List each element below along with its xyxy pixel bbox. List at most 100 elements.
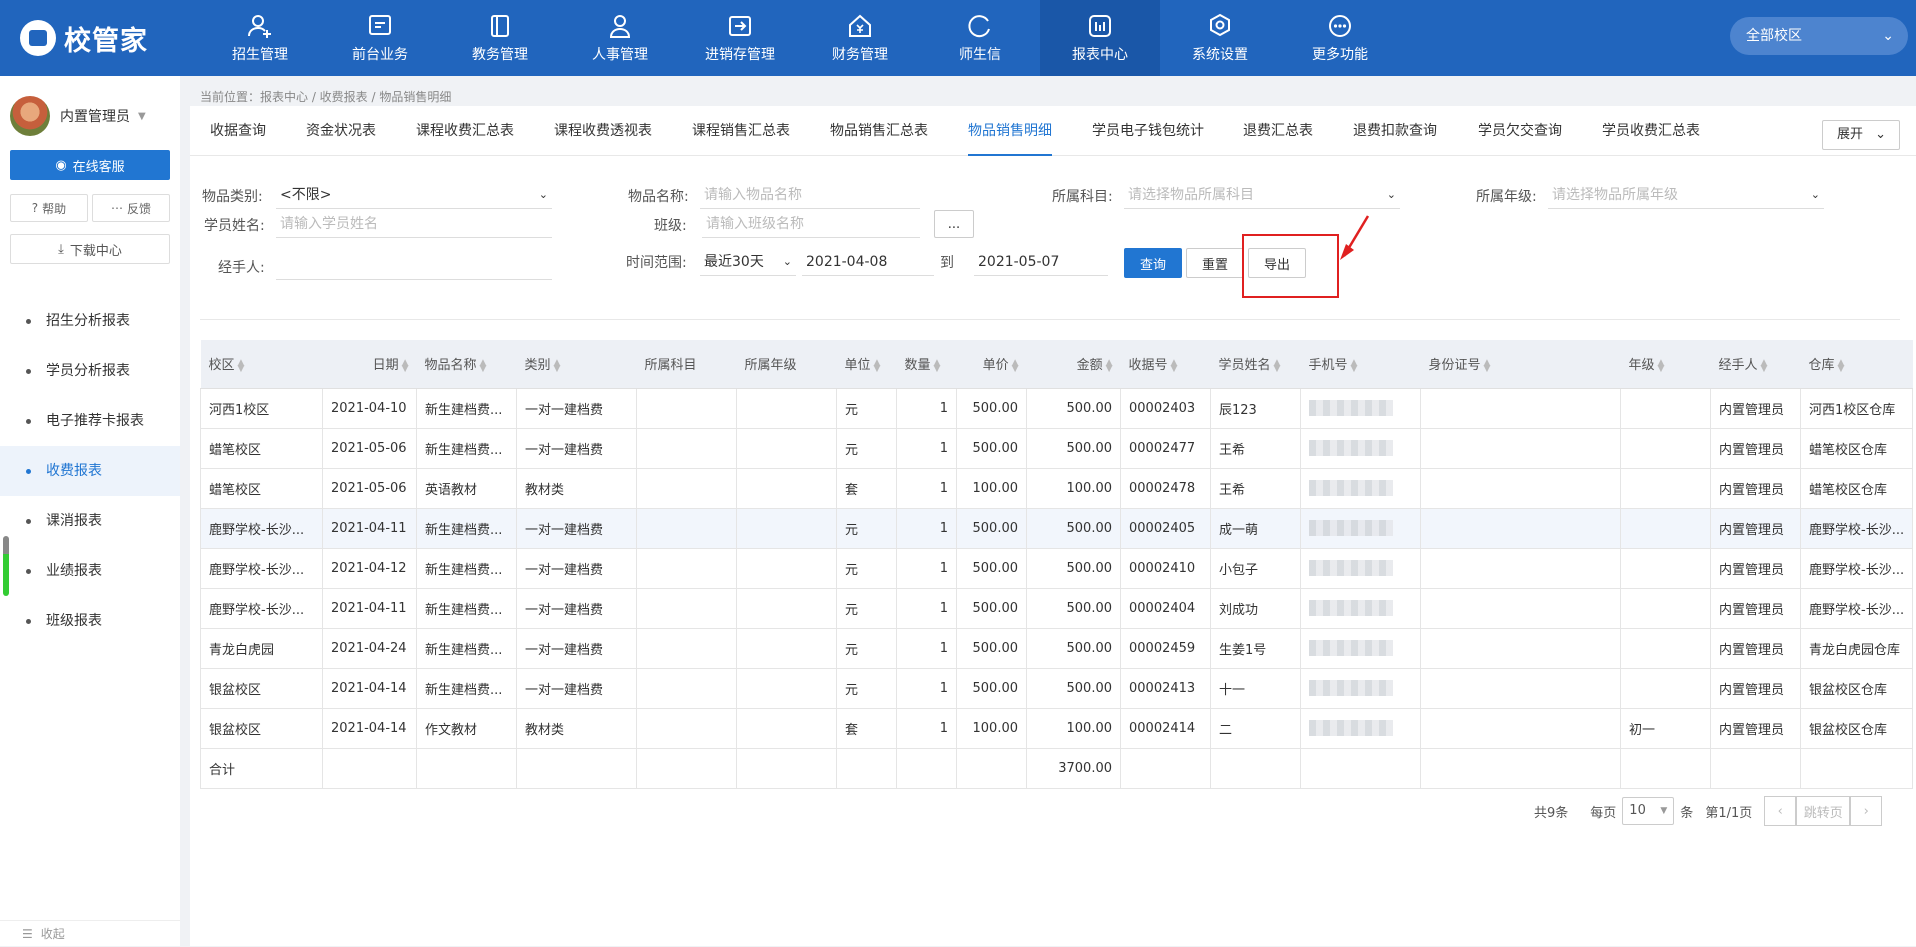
table-cell: 新生建档费... (416, 627, 517, 669)
menu-consumption-report[interactable]: 课消报表 (0, 496, 180, 546)
table-cell: 100.00 (956, 467, 1027, 509)
date-to-input[interactable]: 2021-05-07 (974, 248, 1108, 276)
tab-course-sales-summary[interactable]: 课程销售汇总表 (692, 106, 790, 156)
col-header-student-name[interactable]: 学员姓名 ▲ ▼ (1210, 340, 1301, 389)
table-cell: 刘成功 (1210, 587, 1301, 629)
download-center-button[interactable]: ⤓ 下载中心 (10, 234, 170, 264)
table-cell: 1 (896, 707, 957, 749)
next-page-button[interactable]: › (1850, 796, 1883, 826)
col-header-handler[interactable]: 经手人 ▲ ▼ (1710, 340, 1801, 389)
col-header-phone[interactable]: 手机号 ▲ ▼ (1300, 340, 1421, 389)
class-input[interactable]: 请输入班级名称 (702, 210, 920, 238)
col-header-unit-price[interactable]: 单价 ▲ ▼ (956, 340, 1027, 389)
table-cell (1300, 387, 1421, 429)
tab-arrears-query[interactable]: 学员欠交查询 (1478, 106, 1562, 156)
col-header-item-name[interactable]: 物品名称 ▲ ▼ (416, 340, 517, 389)
nav-admissions[interactable]: 招生管理 (200, 0, 320, 76)
tab-course-fee-pivot[interactable]: 课程收费透视表 (554, 106, 652, 156)
tab-refund-summary[interactable]: 退费汇总表 (1243, 106, 1313, 156)
table-total-row: 合计 3700.00 (200, 747, 1914, 789)
nav-front-desk[interactable]: 前台业务 (320, 0, 440, 76)
table-row[interactable]: 鹿野学校-长沙... 2021-04-11 新生建档费... 一对一建档费元 1 500.… (200, 507, 1914, 549)
category-select[interactable]: <不限> ⌄ (276, 181, 552, 209)
menu-student-report[interactable]: 学员分析报表 (0, 346, 180, 396)
table-cell (736, 507, 837, 549)
nav-academics[interactable]: 教务管理 (440, 0, 560, 76)
handler-input[interactable] (276, 252, 552, 280)
menu-admissions-report[interactable]: 招生分析报表 (0, 296, 180, 346)
chevron-down-icon: ⌄ (1875, 127, 1887, 142)
time-preset-select[interactable]: 最近30天 ⌄ (700, 248, 796, 276)
menu-performance-report[interactable]: 业绩报表 (0, 546, 180, 596)
menu-referral-card-report[interactable]: 电子推荐卡报表 (0, 396, 180, 446)
menu-class-report[interactable]: 班级报表 (0, 596, 180, 646)
col-header-amount[interactable]: 金额 ▲ ▼ (1026, 340, 1121, 389)
col-header-warehouse[interactable]: 仓库 ▲ ▼ (1800, 340, 1913, 389)
tab-course-fee-summary[interactable]: 课程收费汇总表 (416, 106, 514, 156)
table-row[interactable]: 河西1校区 2021-04-10 新生建档费... 一对一建档费元 1 500.00 500… (200, 387, 1914, 429)
col-header-campus[interactable]: 校区 ▲ ▼ (200, 340, 323, 389)
class-picker-button[interactable]: ... (934, 210, 974, 238)
nav-settings[interactable]: 系统设置 (1160, 0, 1280, 76)
col-header-date[interactable]: 日期 ▲ ▼ (322, 340, 417, 389)
table-cell (636, 627, 737, 669)
col-header-grade[interactable]: 年级 ▲ ▼ (1620, 340, 1711, 389)
table-row[interactable]: 鹿野学校-长沙... 2021-04-12 新生建档费... 一对一建档费元 1 500.… (200, 547, 1914, 589)
online-service-button[interactable]: ◉ 在线客服 (10, 150, 170, 180)
per-page-select[interactable]: 10 ▼ (1622, 797, 1675, 825)
table-row[interactable]: 青龙白虎园 2021-04-24 新生建档费... 一对一建档费元 1 500.00 500… (200, 627, 1914, 669)
help-button[interactable]: ? 帮助 (10, 194, 88, 222)
nav-messages[interactable]: 师生信 (920, 0, 1040, 76)
jump-page-input[interactable]: 跳转页 (1796, 796, 1851, 826)
divider (200, 319, 1900, 320)
col-header-quantity[interactable]: 数量 ▲ ▼ (896, 340, 957, 389)
item-name-input[interactable]: 请输入物品名称 (700, 181, 920, 209)
table-row[interactable]: 银盆校区 2021-04-14 新生建档费... 一对一建档费元 1 500.00 500.… (200, 667, 1914, 709)
table-row[interactable]: 蜡笔校区 2021-05-06 新生建档费... 一对一建档费元 1 500.00 500.… (200, 427, 1914, 469)
table-row[interactable]: 鹿野学校-长沙... 2021-04-11 新生建档费... 一对一建档费元 1 500.… (200, 587, 1914, 629)
nav-finance[interactable]: 财务管理 (800, 0, 920, 76)
tab-wallet-stats[interactable]: 学员电子钱包统计 (1092, 106, 1204, 156)
expand-button[interactable]: 展开 ⌄ (1822, 120, 1900, 150)
date-from-input[interactable]: 2021-04-08 (802, 248, 934, 276)
prev-page-button[interactable]: ‹ (1764, 796, 1797, 826)
table-cell: 100.00 (1026, 467, 1121, 509)
nav-inventory[interactable]: 进销存管理 (680, 0, 800, 76)
subject-select[interactable]: 请选择物品所属科目 ⌄ (1124, 181, 1400, 209)
tab-student-fee-summary[interactable]: 学员收费汇总表 (1602, 106, 1700, 156)
table-cell: 500.00 (956, 627, 1027, 669)
table-cell: 王希 (1210, 427, 1301, 469)
collapse-sidebar-button[interactable]: ☰ 收起 (0, 920, 180, 946)
menu-fee-report[interactable]: 收费报表 (0, 446, 180, 496)
table-cell: 500.00 (1026, 667, 1121, 709)
col-header-receipt-no[interactable]: 收据号 ▲ ▼ (1120, 340, 1211, 389)
sidebar-scrollbar[interactable] (3, 536, 9, 596)
table-cell: 一对一建档费 (516, 667, 637, 709)
query-button[interactable]: 查询 (1124, 248, 1182, 278)
col-header-category[interactable]: 类别 ▲ ▼ (516, 340, 637, 389)
table-row[interactable]: 银盆校区 2021-04-14 作文教材 教材类套 1 100.00 100.00 00002… (200, 707, 1914, 749)
user-menu[interactable]: 内置管理员 ▼ (10, 96, 146, 136)
nav-hr[interactable]: 人事管理 (560, 0, 680, 76)
nav-reports[interactable]: 报表中心 (1040, 0, 1160, 76)
student-name-input[interactable]: 请输入学员姓名 (276, 210, 552, 238)
col-header-id-number[interactable]: 身份证号 ▲ ▼ (1420, 340, 1621, 389)
tab-refund-deduction[interactable]: 退费扣款查询 (1353, 106, 1437, 156)
col-header-unit[interactable]: 单位 ▲ ▼ (836, 340, 897, 389)
grade-select[interactable]: 请选择物品所属年级 ⌄ (1548, 181, 1824, 209)
tab-item-sales-summary[interactable]: 物品销售汇总表 (830, 106, 928, 156)
table-cell (1420, 507, 1621, 549)
tab-fund-status[interactable]: 资金状况表 (306, 106, 376, 156)
campus-select[interactable]: 全部校区 ⌄ (1730, 17, 1908, 55)
tab-receipt-query[interactable]: 收据查询 (210, 106, 266, 156)
table-cell: 一对一建档费 (516, 427, 637, 469)
table-row[interactable]: 蜡笔校区 2021-05-06 英语教材 教材类套 1 100.00 100.00 00002… (200, 467, 1914, 509)
report-menu: 招生分析报表 学员分析报表 电子推荐卡报表 收费报表 课消报表 业绩报表 班级报… (0, 296, 180, 646)
app-logo[interactable]: 校管家 (20, 16, 148, 60)
table-cell (1300, 587, 1421, 629)
feedback-button[interactable]: ⋯ 反馈 (92, 194, 170, 222)
nav-more[interactable]: 更多功能 (1280, 0, 1400, 76)
tab-item-sales-detail[interactable]: 物品销售明细 (968, 106, 1052, 156)
table-cell: 银盆校区仓库 (1799, 707, 1914, 749)
reset-button[interactable]: 重置 (1186, 248, 1244, 278)
